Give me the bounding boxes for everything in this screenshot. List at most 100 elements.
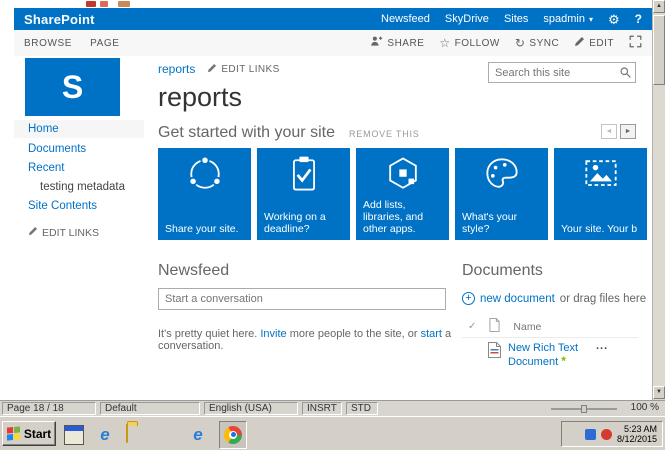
pencil-icon <box>207 63 217 76</box>
new-document-link[interactable]: new document <box>480 293 555 305</box>
toolbar-mark-icon <box>118 1 130 7</box>
search-icon[interactable] <box>619 66 632 84</box>
sidebar-item-recent[interactable]: Recent <box>14 159 144 177</box>
taskbar-icon-folder[interactable] <box>126 425 146 445</box>
new-document-row: + new document or drag files here <box>462 292 646 305</box>
sidebar-edit-links[interactable]: EDIT LINKS <box>14 224 144 242</box>
getting-started-header: Get started with your site REMOVE THIS <box>158 124 420 142</box>
scrollbar-thumb[interactable] <box>653 15 665 85</box>
sharepoint-brand: SharePoint <box>24 12 95 27</box>
pager-prev-button[interactable]: ◄ <box>601 124 617 139</box>
clock-time: 5:23 AM <box>617 424 657 434</box>
follow-label: FOLLOW <box>455 38 500 49</box>
sites-link[interactable]: Sites <box>504 13 528 25</box>
breadcrumb-reports-link[interactable]: reports <box>158 62 195 76</box>
statusbar: Page 18 / 18 Default English (USA) INSRT… <box>0 400 665 416</box>
tile-working-on-deadline[interactable]: Working on a deadline? <box>257 148 350 240</box>
site-search <box>488 62 636 83</box>
tab-browse[interactable]: BROWSE <box>24 38 72 49</box>
pager-next-button[interactable]: ► <box>620 124 636 139</box>
vertical-scrollbar[interactable]: ▲ ▼ <box>652 0 665 400</box>
main-area: S Home Documents Recent testing metadata… <box>14 56 652 400</box>
sidebar-item-testing-metadata[interactable]: testing metadata <box>14 178 144 196</box>
start-button[interactable]: Start <box>2 421 56 446</box>
edit-button[interactable]: EDIT <box>574 36 614 50</box>
newsfeed-heading: Newsfeed <box>158 262 229 280</box>
drag-files-text: or drag files here <box>560 293 646 305</box>
status-insert-mode: INSRT <box>302 402 342 415</box>
browser-top-strip <box>0 0 665 8</box>
taskbar-icon-blue-orb[interactable] <box>157 425 177 445</box>
zoom-slider[interactable] <box>551 408 617 410</box>
tray-network-icon[interactable] <box>585 429 596 440</box>
user-menu[interactable]: spadmin ▾ <box>543 13 593 25</box>
sidebar-item-site-contents[interactable]: Site Contents <box>14 197 144 215</box>
windows-flag-icon <box>7 426 20 440</box>
quiet-text: It's pretty quiet here. <box>158 328 260 340</box>
quiet-text: more people to the site, or <box>287 328 421 340</box>
sidebar-item-home[interactable]: Home <box>14 120 144 138</box>
newsfeed-link[interactable]: Newsfeed <box>381 13 430 25</box>
site-logo-letter: S <box>62 69 83 106</box>
suite-bar-right: Newsfeed SkyDrive Sites spadmin ▾ ⚙ ? <box>381 12 642 26</box>
edit-links-label: EDIT LINKS <box>42 224 99 242</box>
follow-button[interactable]: ☆ FOLLOW <box>439 37 500 49</box>
scroll-up-arrow-icon[interactable]: ▲ <box>653 0 665 13</box>
share-button[interactable]: SHARE <box>370 35 424 51</box>
rich-text-file-icon <box>488 342 501 369</box>
start-label: Start <box>24 427 51 441</box>
invite-link[interactable]: Invite <box>260 328 286 340</box>
tile-label: Share your site. <box>165 223 248 235</box>
name-column-header[interactable]: Name <box>513 321 541 333</box>
remove-this-link[interactable]: REMOVE THIS <box>349 129 420 139</box>
share-person-icon <box>370 35 383 51</box>
documents-divider <box>462 337 638 338</box>
chrome-icon <box>224 426 242 444</box>
page-edit-links[interactable]: EDIT LINKS <box>207 63 279 76</box>
gear-icon[interactable]: ⚙ <box>608 13 620 26</box>
taskbar-icon-internet-explorer[interactable]: e <box>95 425 115 445</box>
edit-links-label: EDIT LINKS <box>221 64 279 75</box>
focus-on-content-button[interactable] <box>629 35 642 51</box>
scroll-down-arrow-icon[interactable]: ▼ <box>653 386 665 399</box>
search-input[interactable] <box>488 62 636 83</box>
help-icon[interactable]: ? <box>635 12 642 26</box>
tiles-pager: ◄ ► <box>601 124 636 139</box>
select-all-checkmark[interactable]: ✓ <box>468 321 476 332</box>
conversation-input[interactable] <box>158 288 446 310</box>
taskbar-clock[interactable]: 5:23 AM 8/12/2015 <box>617 424 657 444</box>
breadcrumb: reports EDIT LINKS <box>158 62 280 76</box>
taskbar-icon-chrome-active[interactable] <box>219 421 247 449</box>
tile-add-lists-libraries-apps[interactable]: Add lists, libraries, and other apps. <box>356 148 449 240</box>
suite-bar: SharePoint Newsfeed SkyDrive Sites spadm… <box>14 8 652 30</box>
document-type-icon <box>489 318 500 335</box>
sync-label: SYNC <box>529 38 559 49</box>
tile-whats-your-style[interactable]: What's your style? <box>455 148 548 240</box>
taskbar: Start e e 5:23 AM 8/12/2015 <box>0 416 665 450</box>
file-name-link[interactable]: New Rich Text Document * <box>508 342 600 369</box>
sidebar-item-documents[interactable]: Documents <box>14 140 144 158</box>
pencil-icon <box>574 36 585 50</box>
system-tray: 5:23 AM 8/12/2015 <box>561 421 663 447</box>
taskbar-icon-window[interactable] <box>64 425 84 445</box>
taskbar-icon-internet-explorer-2[interactable]: e <box>188 425 208 445</box>
new-item-badge: * <box>561 354 566 368</box>
plus-circle-icon[interactable]: + <box>462 292 475 305</box>
getting-started-tiles: Share your site. Working on a deadline? … <box>158 148 647 240</box>
tab-page[interactable]: PAGE <box>90 38 119 49</box>
folder-icon <box>126 424 128 443</box>
getting-started-title: Get started with your site <box>158 124 335 142</box>
tile-label: What's your style? <box>462 211 545 235</box>
sync-button[interactable]: ↻ SYNC <box>515 37 559 49</box>
tray-alert-icon[interactable] <box>601 429 612 440</box>
file-ellipsis-menu[interactable]: ... <box>596 340 608 352</box>
tile-share-your-site[interactable]: Share your site. <box>158 148 251 240</box>
documents-list-header: ✓ Name <box>468 318 541 335</box>
ribbon-actions: SHARE ☆ FOLLOW ↻ SYNC EDIT <box>370 35 642 51</box>
site-logo[interactable]: S <box>25 58 120 116</box>
chevron-down-icon: ▾ <box>589 15 593 24</box>
zoom-slider-thumb[interactable] <box>581 405 587 413</box>
start-conversation-link[interactable]: start <box>421 328 442 340</box>
tile-your-site-your-brand[interactable]: Your site. Your b <box>554 148 647 240</box>
skydrive-link[interactable]: SkyDrive <box>445 13 489 25</box>
